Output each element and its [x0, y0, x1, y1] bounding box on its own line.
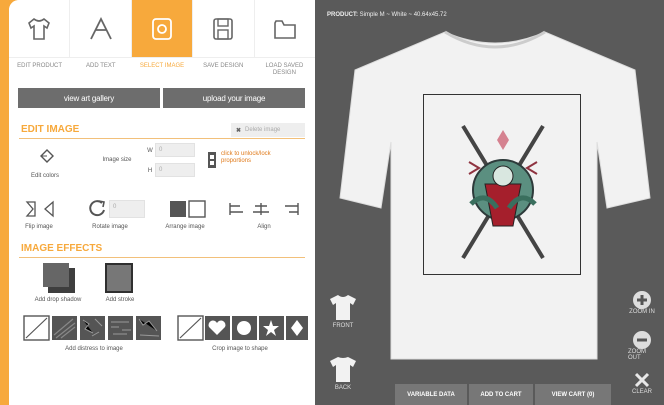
paint-bucket-icon[interactable] [38, 148, 54, 166]
product-value: Simple M ~ White ~ 40.64x45.72 [359, 12, 447, 18]
distress-icons[interactable] [23, 315, 168, 341]
clear-label: CLEAR [631, 389, 652, 395]
zoom-in-label: ZOOM IN [629, 309, 655, 315]
add-to-cart-button[interactable]: ADD TO CART [469, 384, 533, 405]
edit-product-tool[interactable] [9, 0, 71, 57]
stroke-icon[interactable] [105, 263, 133, 293]
text-icon [89, 16, 112, 39]
clear-control[interactable]: CLEAR [628, 371, 656, 405]
back-view-thumb[interactable]: BACK [321, 348, 365, 398]
back-label: BACK [334, 385, 352, 391]
delete-image-button[interactable]: ✖ Delete image [231, 123, 305, 137]
flip-image-icon[interactable] [25, 199, 59, 219]
view-art-gallery-button[interactable]: view art gallery [18, 88, 160, 108]
tool-label-load-saved-design[interactable]: LOAD SAVED DESIGN [254, 58, 315, 78]
floppy-disk-icon [213, 17, 234, 40]
add-text-tool[interactable] [70, 0, 132, 57]
front-tshirt-icon [330, 295, 356, 320]
drop-shadow-icon[interactable] [43, 263, 75, 293]
save-design-tool[interactable] [193, 0, 255, 57]
arrange-image-icon[interactable] [169, 198, 209, 220]
image-size-label: Image size [102, 157, 132, 163]
product-label: PRODUCT: [327, 12, 358, 18]
crop-shape-label: Crop image to shape [212, 346, 268, 352]
distress-options [23, 315, 168, 346]
upload-image-button[interactable]: upload your image [163, 88, 305, 108]
front-view-thumb[interactable]: FRONT [321, 286, 365, 336]
print-area [423, 94, 581, 275]
edit-colors-label[interactable]: Edit colors [27, 173, 63, 179]
tool-label-edit-product[interactable]: EDIT PRODUCT [9, 58, 70, 78]
distress-label: Add distress to image [65, 346, 123, 352]
zoom-out-label: ZOOM OUT [628, 349, 646, 361]
load-design-tool[interactable] [255, 0, 315, 57]
delete-image-label: Delete image [245, 127, 281, 133]
rotate-field[interactable]: 0 [109, 200, 145, 218]
delete-x-icon: ✖ [236, 127, 242, 134]
flip-image-label: Flip image [25, 224, 53, 230]
tool-label-add-text[interactable]: ADD TEXT [70, 58, 131, 78]
view-cart-button[interactable]: VIEW CART (0) [535, 384, 611, 405]
align-label: Align [257, 224, 271, 230]
image-effects-title: IMAGE EFFECTS [21, 243, 103, 254]
width-field[interactable]: 0 [155, 143, 195, 157]
product-info: PRODUCT: Simple M ~ White ~ 40.64x45.72 [327, 12, 447, 18]
select-image-tool[interactable] [131, 0, 194, 57]
lock-icon[interactable] [207, 151, 217, 169]
zoom-in-control[interactable]: ZOOM IN [628, 291, 656, 329]
tool-labels: EDIT PRODUCT ADD TEXT SELECT IMAGE SAVE … [9, 58, 315, 78]
image-effects-divider [19, 257, 305, 258]
tool-label-save-design[interactable]: SAVE DESIGN [193, 58, 254, 78]
zoom-out-control[interactable]: ZOOM OUT [628, 331, 656, 369]
lock-proportions-text[interactable]: click to unlock/lock proportions [221, 151, 293, 165]
width-label: W [147, 148, 153, 154]
clear-x-icon [634, 372, 650, 388]
edit-image-divider [19, 138, 305, 139]
front-label: FRONT [332, 323, 354, 329]
editor-panel: EDIT PRODUCT ADD TEXT SELECT IMAGE SAVE … [9, 0, 315, 405]
back-tshirt-icon [330, 357, 356, 382]
rotate-image-label: Rotate image [92, 224, 128, 230]
minus-circle-icon [633, 331, 651, 349]
drop-shadow-label: Add drop shadow [34, 297, 82, 303]
height-label: H [147, 168, 153, 174]
tool-toolbar [9, 0, 315, 58]
crop-shape-options [177, 315, 309, 346]
height-field[interactable]: 0 [155, 163, 195, 177]
arrange-image-label: Arrange image [165, 224, 205, 230]
stroke-label: Add stroke [105, 297, 135, 303]
preview-canvas: PRODUCT: Simple M ~ White ~ 40.64x45.72 … [315, 0, 664, 405]
tshirt-icon [28, 17, 51, 40]
gallery-buttons: view art gallery upload your image [18, 88, 305, 108]
rotate-icon[interactable] [87, 198, 107, 218]
plus-circle-icon [633, 291, 651, 309]
folder-icon [274, 19, 296, 39]
crop-shape-icons[interactable] [177, 315, 309, 341]
variable-data-button[interactable]: VARIABLE DATA [395, 384, 467, 405]
align-icons[interactable] [227, 201, 303, 217]
edit-image-title: EDIT IMAGE [21, 124, 80, 135]
tool-label-select-image[interactable]: SELECT IMAGE [131, 58, 192, 78]
image-icon [152, 17, 172, 40]
